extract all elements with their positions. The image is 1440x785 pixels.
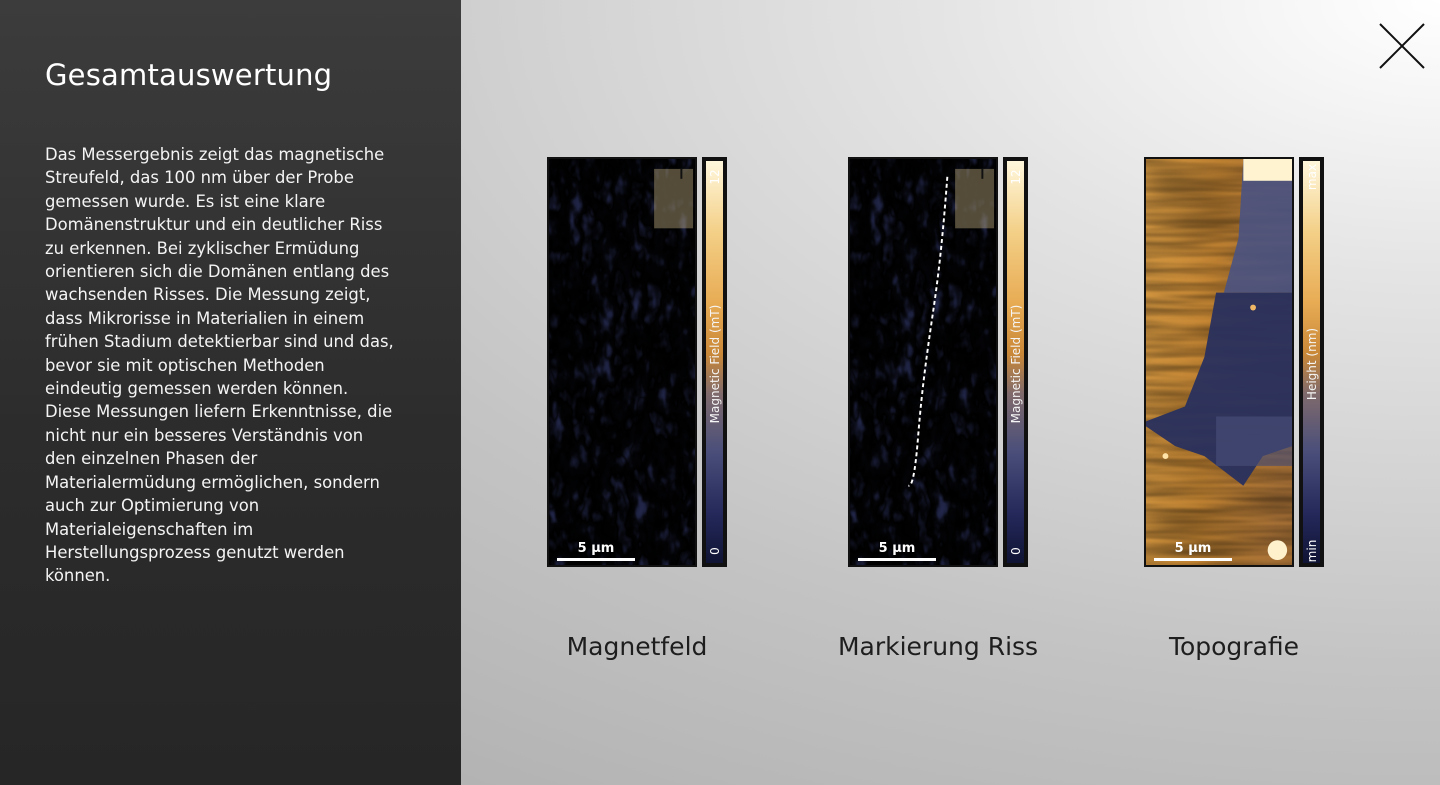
- panel-description: Das Messergebnis zeigt das magnetische S…: [45, 145, 394, 586]
- scale-bar-label: 5 µm: [577, 541, 615, 556]
- scale-bar-line: [557, 558, 635, 561]
- panel-title: Gesamtauswertung: [45, 58, 333, 92]
- colorbar-min-label: 0: [707, 547, 722, 555]
- colorbar: 12 Magnetic Field (mT) 0: [1003, 157, 1028, 567]
- magnetic-field-scan-image: 5 µm: [547, 157, 697, 567]
- scale-bar: 5 µm: [1154, 542, 1232, 562]
- colorbar-min-label: min: [1304, 539, 1319, 563]
- scale-bar-line: [1154, 558, 1232, 561]
- close-x-icon: [1379, 23, 1425, 69]
- colorbar-axis-label: Magnetic Field (mT): [707, 304, 722, 424]
- colorbar: max Height (nm) min: [1299, 157, 1324, 567]
- close-button[interactable]: [1376, 20, 1428, 72]
- colorbar-axis-label: Magnetic Field (mT): [1008, 304, 1023, 424]
- crack-marked-scan-image: 5 µm: [848, 157, 998, 567]
- colorbar-max-label: 12: [1008, 169, 1023, 185]
- colorbar: 12 Magnetic Field (mT) 0: [702, 157, 727, 567]
- colorbar-max-label: max: [1304, 163, 1319, 191]
- figure-caption: Magnetfeld: [566, 632, 708, 661]
- colorbar-max-label: 12: [707, 169, 722, 185]
- scale-bar-label: 5 µm: [878, 541, 916, 556]
- scale-bar: 5 µm: [858, 542, 936, 562]
- figure-caption: Topografie: [1168, 632, 1300, 661]
- colorbar-axis-label: Height (nm): [1304, 327, 1319, 401]
- topography-scan-image: 5 µm: [1144, 157, 1294, 567]
- scale-bar: 5 µm: [557, 542, 635, 562]
- scale-bar-label: 5 µm: [1174, 541, 1212, 556]
- info-panel: Gesamtauswertung Das Messergebnis zeigt …: [0, 0, 461, 785]
- scale-bar-line: [858, 558, 936, 561]
- colorbar-min-label: 0: [1008, 547, 1023, 555]
- figure-caption: Markierung Riss: [837, 632, 1039, 661]
